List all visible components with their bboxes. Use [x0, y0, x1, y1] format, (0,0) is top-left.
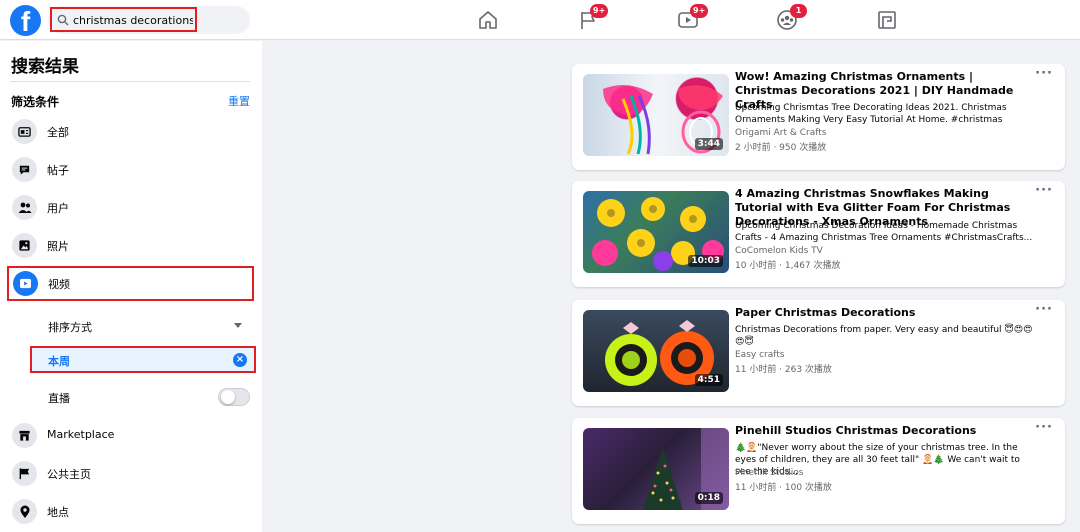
video-source[interactable]: CoComelon Kids TV	[735, 246, 823, 256]
sidebar-item-all[interactable]: 全部	[10, 114, 254, 150]
video-duration: 0:18	[694, 492, 723, 504]
top-bar: f 9+ 9+ 1	[0, 0, 1080, 40]
chevron-down-icon	[234, 323, 242, 328]
video-description: Upcoming Chrismtas Tree Decorating Ideas…	[735, 103, 1007, 125]
facebook-logo-icon[interactable]: f	[10, 5, 41, 36]
gaming-icon[interactable]	[875, 8, 899, 32]
sidebar-item-posts[interactable]: 帖子	[10, 152, 254, 188]
video-title[interactable]: Pinehill Studios Christmas Decorations	[735, 424, 1025, 438]
search-results-sidebar: 搜索结果 筛选条件 重置 全部 帖子 用户 照片 视频 排序方式 本周 × 直播…	[0, 41, 262, 532]
sidebar-item-label: 帖子	[47, 164, 69, 177]
live-toggle[interactable]	[218, 388, 250, 406]
more-options-icon[interactable]: ···	[1035, 66, 1053, 81]
live-label: 直播	[48, 392, 70, 405]
video-icon	[13, 271, 38, 296]
live-filter-row: 直播	[30, 384, 254, 410]
sidebar-item-people[interactable]: 用户	[10, 190, 254, 226]
pages-badge: 9+	[590, 4, 609, 18]
video-duration: 4:51	[694, 374, 723, 386]
video-title[interactable]: Paper Christmas Decorations	[735, 306, 1025, 320]
posts-icon	[12, 157, 37, 182]
sidebar-item-label: Marketplace	[47, 428, 115, 441]
watch-badge: 9+	[690, 4, 709, 18]
video-result-card[interactable]: 3:44 Wow! Amazing Christmas Ornaments | …	[572, 64, 1065, 170]
sidebar-item-label: 全部	[47, 126, 69, 139]
clear-filter-icon[interactable]: ×	[233, 353, 247, 367]
video-description: Christmas Decorations from paper. Very e…	[735, 325, 1033, 347]
divider	[10, 81, 250, 82]
sidebar-item-videos[interactable]: 视频	[7, 266, 254, 301]
sidebar-item-label: 照片	[47, 240, 69, 253]
video-source[interactable]: Origami Art & Crafts	[735, 128, 827, 138]
sort-by-dropdown[interactable]: 排序方式	[30, 313, 254, 339]
sidebar-item-label: 视频	[48, 278, 70, 291]
filters-label: 筛选条件	[11, 95, 60, 109]
video-thumbnail[interactable]: 0:18	[583, 428, 729, 510]
video-meta: 11 小时前 · 100 次播放	[735, 483, 832, 493]
sidebar-item-marketplace[interactable]: Marketplace	[10, 418, 254, 454]
sidebar-title: 搜索结果	[11, 57, 79, 77]
video-result-card[interactable]: 10:03 4 Amazing Christmas Snowflakes Mak…	[572, 181, 1065, 287]
video-thumbnail[interactable]: 10:03	[583, 191, 729, 273]
sort-by-label: 排序方式	[48, 321, 92, 334]
video-source[interactable]: Pinehill Studios	[735, 468, 803, 478]
sidebar-item-photos[interactable]: 照片	[10, 228, 254, 264]
location-icon	[12, 499, 37, 524]
video-source[interactable]: Easy crafts	[735, 350, 784, 360]
video-meta: 10 小时前 · 1,467 次播放	[735, 261, 841, 271]
more-options-icon[interactable]: ···	[1035, 420, 1053, 435]
more-options-icon[interactable]: ···	[1035, 183, 1053, 198]
sidebar-item-label: 用户	[47, 202, 69, 215]
more-options-icon[interactable]: ···	[1035, 302, 1053, 317]
people-icon	[12, 195, 37, 220]
all-icon	[12, 119, 37, 144]
search-box[interactable]	[50, 7, 197, 32]
this-week-label: 本周	[48, 355, 70, 368]
groups-badge: 1	[790, 4, 807, 18]
search-icon	[57, 14, 69, 26]
video-thumbnail[interactable]: 4:51	[583, 310, 729, 392]
marketplace-icon	[12, 423, 37, 448]
video-result-card[interactable]: 4:51 Paper Christmas Decorations Christm…	[572, 300, 1065, 406]
sidebar-item-pages[interactable]: 公共主页	[10, 456, 254, 492]
sidebar-item-label: 地点	[47, 506, 69, 519]
video-meta: 2 小时前 · 950 次播放	[735, 143, 827, 153]
video-thumbnail[interactable]: 3:44	[583, 74, 729, 156]
this-week-filter[interactable]: 本周 ×	[30, 346, 256, 373]
video-description: Upcoming Christmas Decoration Ideas - Ho…	[735, 221, 1033, 243]
photos-icon	[12, 233, 37, 258]
video-meta: 11 小时前 · 263 次播放	[735, 365, 832, 375]
reset-link[interactable]: 重置	[228, 93, 250, 109]
video-duration: 3:44	[694, 138, 723, 150]
video-result-card[interactable]: 0:18 Pinehill Studios Christmas Decorati…	[572, 418, 1065, 524]
flag-icon	[12, 461, 37, 486]
search-input[interactable]	[73, 11, 193, 29]
sidebar-item-places[interactable]: 地点	[10, 494, 254, 530]
sidebar-item-label: 公共主页	[47, 468, 91, 481]
video-duration: 10:03	[688, 255, 723, 267]
home-icon[interactable]	[476, 8, 500, 32]
